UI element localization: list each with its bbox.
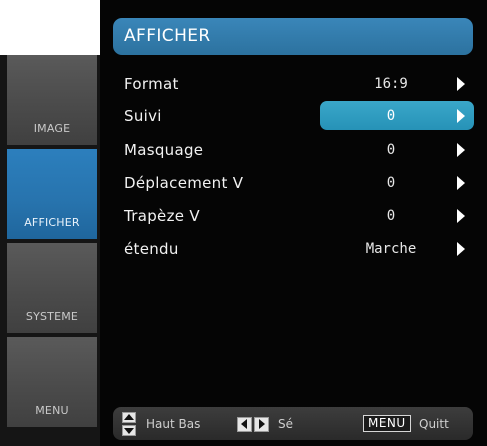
sidebar-item-afficher[interactable]: AFFICHER — [7, 149, 97, 239]
row-label: étendu — [124, 240, 179, 258]
row-value: 16:9 — [374, 76, 408, 92]
sidebar: IMAGE AFFICHER SYSTEME MENU — [0, 55, 100, 446]
row-label: Format — [124, 75, 179, 93]
sidebar-item-label: IMAGE — [33, 122, 71, 135]
row-value: Marche — [365, 241, 417, 257]
chevron-right-icon[interactable] — [457, 209, 465, 223]
updown-keys-icon — [122, 412, 136, 436]
row-value: 0 — [386, 175, 396, 191]
page-title: AFFICHER — [113, 18, 473, 55]
sidebar-item-systeme[interactable]: SYSTEME — [7, 243, 97, 333]
updown-hint-label: Haut Bas — [146, 417, 201, 431]
row-label: Trapèze V — [124, 207, 200, 225]
chevron-right-icon[interactable] — [457, 143, 465, 157]
row-value: 0 — [386, 108, 396, 124]
sidebar-item-label: MENU — [35, 404, 69, 417]
sidebar-item-label: SYSTEME — [25, 310, 79, 323]
sidebar-item-image[interactable]: IMAGE — [7, 55, 97, 145]
chevron-right-icon[interactable] — [457, 109, 465, 123]
menu-row-format[interactable]: Format 16:9 — [113, 71, 473, 97]
menu-key-icon: MENU — [363, 415, 411, 432]
chevron-right-icon[interactable] — [457, 242, 465, 256]
row-label: Suivi — [124, 107, 162, 125]
row-label: Masquage — [124, 141, 204, 159]
menu-row-suivi[interactable]: Suivi 0 — [113, 101, 474, 130]
leftright-keys-icon — [237, 417, 273, 432]
menu-row-etendu[interactable]: étendu Marche — [113, 236, 473, 262]
menu-row-masquage[interactable]: Masquage 0 — [113, 137, 473, 163]
sidebar-item-label: AFFICHER — [24, 216, 80, 229]
menu-panel: AFFICHER Format 16:9 Suivi 0 Masquage 0 … — [100, 0, 487, 446]
leftright-hint-label: Sé — [278, 417, 293, 431]
quit-hint-label: Quitt — [419, 417, 449, 431]
row-value: 0 — [386, 142, 396, 158]
key-hint-bar: Haut Bas Sé MENU Quitt — [113, 407, 473, 440]
row-label: Déplacement V — [124, 174, 244, 192]
menu-row-trapeze-v[interactable]: Trapèze V 0 — [113, 203, 473, 229]
sidebar-item-menu[interactable]: MENU — [7, 337, 97, 427]
menu-row-deplacement-v[interactable]: Déplacement V 0 — [113, 170, 473, 196]
chevron-right-icon[interactable] — [457, 176, 465, 190]
row-value: 0 — [386, 208, 396, 224]
chevron-right-icon[interactable] — [457, 77, 465, 91]
